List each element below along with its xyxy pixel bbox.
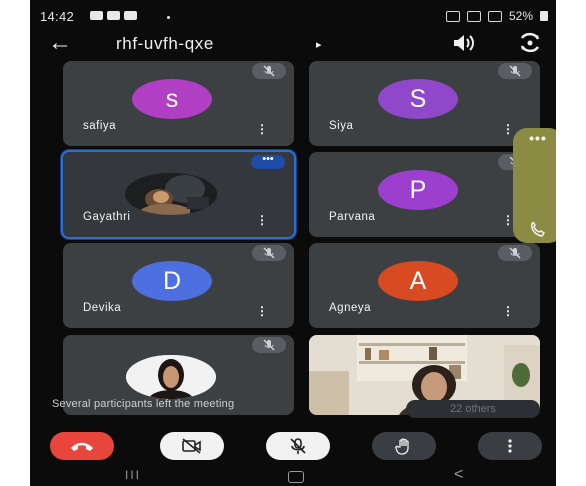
camera-toggle-button[interactable] xyxy=(160,432,224,460)
mic-muted-badge xyxy=(498,63,532,79)
mic-muted-badge xyxy=(498,245,532,261)
meeting-top-bar: ← rhf-uvfh-qxe ▸ xyxy=(30,28,556,62)
participant-avatar: A xyxy=(378,261,458,301)
wifi-icon xyxy=(466,10,481,22)
system-nav-bar: III < xyxy=(30,466,556,486)
mic-muted-badge xyxy=(252,63,286,79)
battery-percent: 52% xyxy=(508,9,533,23)
raise-hand-icon xyxy=(395,438,409,455)
raise-hand-button[interactable] xyxy=(372,432,436,460)
tile-more-options-icon[interactable]: ⋮ xyxy=(256,123,268,135)
tile-more-options-icon[interactable]: ⋮ xyxy=(502,305,514,317)
participant-name: Gayathri xyxy=(83,211,131,223)
participant-name: Siya xyxy=(329,120,354,132)
mic-off-icon xyxy=(263,65,275,77)
participant-tile-parvana[interactable]: P Parvana ⋮ xyxy=(309,152,540,237)
pip-more-options[interactable]: ••• xyxy=(513,130,556,146)
mic-off-icon xyxy=(509,247,521,259)
participant-tile-siya[interactable]: S Siya ⋮ xyxy=(309,61,540,146)
participant-tile-agneya[interactable]: A Agneya ⋮ xyxy=(309,243,540,328)
others-chip[interactable]: 22 others xyxy=(406,400,540,418)
status-time: 14:42 xyxy=(40,9,75,24)
end-call-button[interactable] xyxy=(50,432,114,460)
participant-name: Devika xyxy=(83,302,122,314)
battery-icon xyxy=(540,11,548,21)
notification-dot xyxy=(167,16,170,19)
participant-name: Parvana xyxy=(329,211,376,223)
vibrate-icon xyxy=(445,10,460,22)
signal-icon xyxy=(487,10,502,22)
phone-screen: 14:42 52% ← rhf-uvfh-qxe ▸ s safiya ⋮ S … xyxy=(30,0,556,486)
tile-more-options-icon[interactable]: ⋮ xyxy=(256,214,268,226)
participant-name: safiya xyxy=(83,120,117,132)
speaker-icon[interactable] xyxy=(450,32,476,59)
meeting-details-caret[interactable]: ▸ xyxy=(316,38,322,51)
status-right: 52% xyxy=(445,9,548,23)
end-call-icon xyxy=(71,442,93,451)
participant-photo xyxy=(125,173,217,215)
mic-off-icon xyxy=(509,65,521,77)
notification-icons xyxy=(90,11,137,20)
mic-off-icon xyxy=(290,438,306,454)
phone-icon[interactable] xyxy=(529,220,547,243)
participant-avatar: S xyxy=(378,79,458,119)
mic-off-icon xyxy=(263,339,275,351)
mic-muted-badge xyxy=(252,245,286,261)
tile-options-badge[interactable]: ••• xyxy=(251,154,285,169)
floating-self-view[interactable]: ••• xyxy=(513,128,556,243)
participant-photo xyxy=(126,355,216,399)
participant-name: Agneya xyxy=(329,302,372,314)
more-vert-icon xyxy=(508,439,512,453)
mic-toggle-button[interactable] xyxy=(266,432,330,460)
participant-avatar: s xyxy=(132,79,212,119)
participant-tile-devika[interactable]: D Devika ⋮ xyxy=(63,243,294,328)
mic-muted-badge xyxy=(252,337,286,353)
participant-avatar: D xyxy=(132,261,212,301)
camera-off-icon xyxy=(182,438,201,454)
back-arrow-icon[interactable]: ← xyxy=(48,31,72,55)
recents-button[interactable]: III xyxy=(125,468,141,482)
more-options-button[interactable] xyxy=(478,432,542,460)
mic-off-icon xyxy=(263,247,275,259)
nav-back-button[interactable]: < xyxy=(454,466,463,484)
home-button[interactable] xyxy=(288,471,304,483)
switch-camera-icon[interactable] xyxy=(518,32,542,59)
participant-tile-gayathri[interactable]: ••• Gayathri ⋮ xyxy=(61,150,296,239)
participant-tile-safiya[interactable]: s safiya ⋮ xyxy=(63,61,294,146)
call-controls xyxy=(30,432,556,460)
meeting-code[interactable]: rhf-uvfh-qxe xyxy=(116,34,214,54)
participant-avatar: P xyxy=(378,170,458,210)
meeting-toast-message: Several participants left the meeting xyxy=(52,398,235,410)
tile-more-options-icon[interactable]: ⋮ xyxy=(256,305,268,317)
